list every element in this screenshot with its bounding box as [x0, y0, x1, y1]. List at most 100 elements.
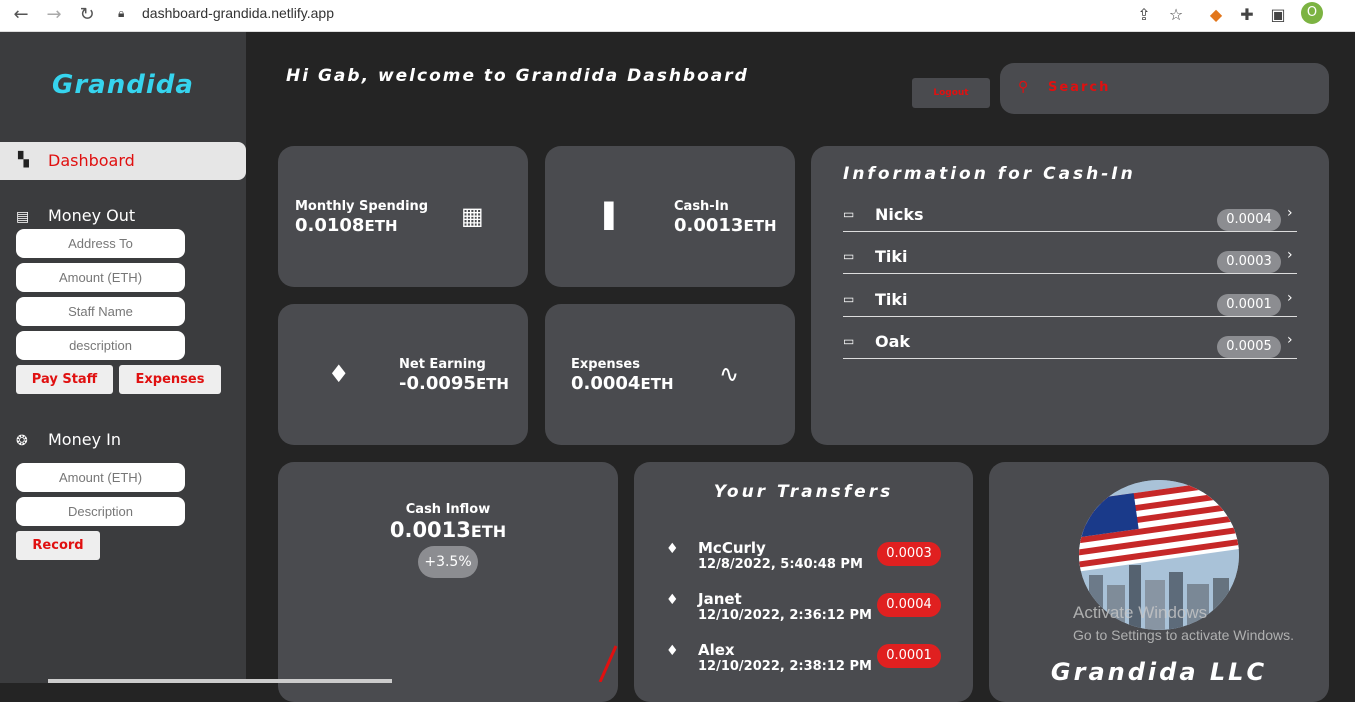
- welcome-heading: Hi Gab, welcome to Grandida Dashboard: [286, 66, 749, 86]
- list-item[interactable]: ▭ Tiki 0.0001 ›: [843, 288, 1297, 317]
- share-icon[interactable]: ⇪: [1134, 5, 1154, 24]
- amount-in-input[interactable]: Amount (ETH): [16, 463, 185, 492]
- ethereum-icon: ♦: [666, 541, 679, 557]
- sidebar-item-dashboard[interactable]: ▚ Dashboard: [0, 142, 246, 180]
- money-out-section: ▤ Money Out: [16, 206, 135, 225]
- address-bar[interactable]: 🔒︎ dashboard-grandida.netlify.app: [112, 2, 1192, 26]
- horizontal-scrollbar[interactable]: [48, 679, 392, 683]
- sidebar: Grandida ▚ Dashboard ▤ Money Out Address…: [0, 32, 246, 683]
- list-item-name: Oak: [875, 332, 911, 351]
- cash-inflow-title: Cash Inflow: [405, 502, 491, 517]
- pay-staff-button[interactable]: Pay Staff: [16, 365, 113, 394]
- bar-chart-icon: ▐: [595, 202, 614, 230]
- money-out-label: Money Out: [48, 206, 136, 225]
- list-item-name: Tiki: [875, 290, 908, 309]
- transfer-date: 12/8/2022, 5:40:48 PM: [698, 557, 863, 572]
- company-name: Grandida LLC: [1050, 658, 1268, 686]
- activate-windows-subtitle: Go to Settings to activate Windows.: [1073, 627, 1294, 643]
- back-icon[interactable]: ←: [10, 4, 32, 26]
- cash-in-card: ▐ Cash-In 0.0013ETH: [545, 146, 795, 287]
- amount-badge: 0.0003: [1217, 251, 1281, 273]
- lock-icon: 🔒︎: [118, 6, 125, 20]
- money-icon: ▭: [843, 249, 855, 263]
- stat-title: Net Earning: [399, 357, 486, 372]
- transfer-row[interactable]: ♦ McCurly 12/8/2022, 5:40:48 PM 0.0003: [666, 539, 946, 579]
- amount-out-input[interactable]: Amount (ETH): [16, 263, 185, 292]
- sidepanel-icon[interactable]: ▣: [1268, 5, 1288, 24]
- ethereum-icon: ♦: [328, 360, 350, 388]
- transfer-name: McCurly: [698, 539, 766, 557]
- amount-badge: 0.0004: [1217, 209, 1281, 231]
- transfer-amount: 0.0001: [877, 644, 941, 668]
- extensions-icon[interactable]: ✚: [1237, 5, 1257, 24]
- transfer-name: Alex: [698, 641, 735, 659]
- profile-avatar[interactable]: O: [1301, 2, 1323, 24]
- transfer-date: 12/10/2022, 2:38:12 PM: [698, 659, 872, 674]
- record-button[interactable]: Record: [16, 531, 100, 560]
- metamask-icon[interactable]: ◆: [1206, 5, 1226, 24]
- change-badge: +3.5%: [418, 546, 478, 578]
- transfers-card: Your Transfers ♦ McCurly 12/8/2022, 5:40…: [634, 462, 973, 702]
- money-icon: ▭: [843, 334, 855, 348]
- amount-badge: 0.0005: [1217, 336, 1281, 358]
- search-input[interactable]: Search: [1048, 80, 1110, 95]
- expenses-button[interactable]: Expenses: [119, 365, 221, 394]
- stat-title: Monthly Spending: [295, 199, 429, 214]
- ethereum-icon: ♦: [666, 592, 679, 608]
- stat-title: Cash-In: [674, 199, 729, 214]
- amount-badge: 0.0001: [1217, 294, 1281, 316]
- money-icon: ▭: [843, 292, 855, 306]
- app-logo[interactable]: Grandida: [52, 70, 194, 100]
- cash-inflow-value: 0.0013ETH: [389, 518, 507, 542]
- transfer-row[interactable]: ♦ Janet 12/10/2022, 2:36:12 PM 0.0004: [666, 590, 946, 630]
- forward-icon[interactable]: →: [43, 4, 65, 26]
- search-box[interactable]: ⚲ Search: [1000, 63, 1329, 114]
- description-in-input[interactable]: Description: [16, 497, 185, 526]
- calendar-icon: ▦: [461, 202, 484, 230]
- trend-line: [598, 645, 618, 682]
- money-in-section: ❂ Money In: [16, 430, 121, 449]
- search-icon: ⚲: [1018, 79, 1029, 95]
- reload-icon[interactable]: ↻: [76, 4, 98, 26]
- stat-value: 0.0004ETH: [571, 373, 674, 394]
- monthly-spending-card: Monthly Spending 0.0108ETH ▦: [278, 146, 528, 287]
- chevron-right-icon[interactable]: ›: [1287, 290, 1293, 306]
- expenses-card: Expenses 0.0004ETH ∿: [545, 304, 795, 445]
- dashboard-icon: ▚: [18, 152, 29, 168]
- ethereum-icon: ♦: [666, 643, 679, 659]
- transfer-row[interactable]: ♦ Alex 12/10/2022, 2:38:12 PM 0.0001: [666, 641, 946, 681]
- browser-toolbar: ← → ↻ 🔒︎ dashboard-grandida.netlify.app …: [0, 0, 1355, 32]
- stat-value: -0.0095ETH: [399, 373, 509, 394]
- money-in-icon: ❂: [16, 433, 28, 449]
- list-item[interactable]: ▭ Nicks 0.0004 ›: [843, 203, 1297, 232]
- transfer-amount: 0.0004: [877, 593, 941, 617]
- logout-button[interactable]: Logout: [912, 78, 990, 108]
- description-out-input[interactable]: description: [16, 331, 185, 360]
- cash-in-info-title: Information for Cash-In: [843, 164, 1136, 184]
- money-out-icon: ▤: [16, 209, 30, 225]
- chevron-right-icon[interactable]: ›: [1287, 247, 1293, 263]
- transfer-date: 12/10/2022, 2:36:12 PM: [698, 608, 872, 623]
- money-in-label: Money In: [48, 430, 121, 449]
- chevron-right-icon[interactable]: ›: [1287, 205, 1293, 221]
- cash-inflow-card: Cash Inflow 0.0013ETH +3.5%: [278, 462, 618, 702]
- stat-value: 0.0108ETH: [295, 215, 398, 236]
- stat-value: 0.0013ETH: [674, 215, 777, 236]
- star-icon[interactable]: ☆: [1166, 5, 1186, 24]
- company-card: Grandida LLC: [989, 462, 1329, 702]
- transfers-title: Your Transfers: [713, 482, 894, 502]
- net-earning-card: ♦ Net Earning -0.0095ETH: [278, 304, 528, 445]
- staff-name-input[interactable]: Staff Name: [16, 297, 185, 326]
- list-item[interactable]: ▭ Oak 0.0005 ›: [843, 330, 1297, 359]
- address-to-input[interactable]: Address To: [16, 229, 185, 258]
- transfer-name: Janet: [698, 590, 742, 608]
- list-item-name: Nicks: [875, 205, 924, 224]
- url-text: dashboard-grandida.netlify.app: [142, 5, 334, 21]
- activate-windows-title: Activate Windows: [1073, 603, 1208, 622]
- chevron-right-icon[interactable]: ›: [1287, 332, 1293, 348]
- list-item-name: Tiki: [875, 247, 908, 266]
- sidebar-item-label: Dashboard: [48, 151, 135, 170]
- main-content: Hi Gab, welcome to Grandida Dashboard Lo…: [246, 32, 1355, 702]
- list-item[interactable]: ▭ Tiki 0.0003 ›: [843, 245, 1297, 274]
- activity-icon: ∿: [719, 360, 740, 388]
